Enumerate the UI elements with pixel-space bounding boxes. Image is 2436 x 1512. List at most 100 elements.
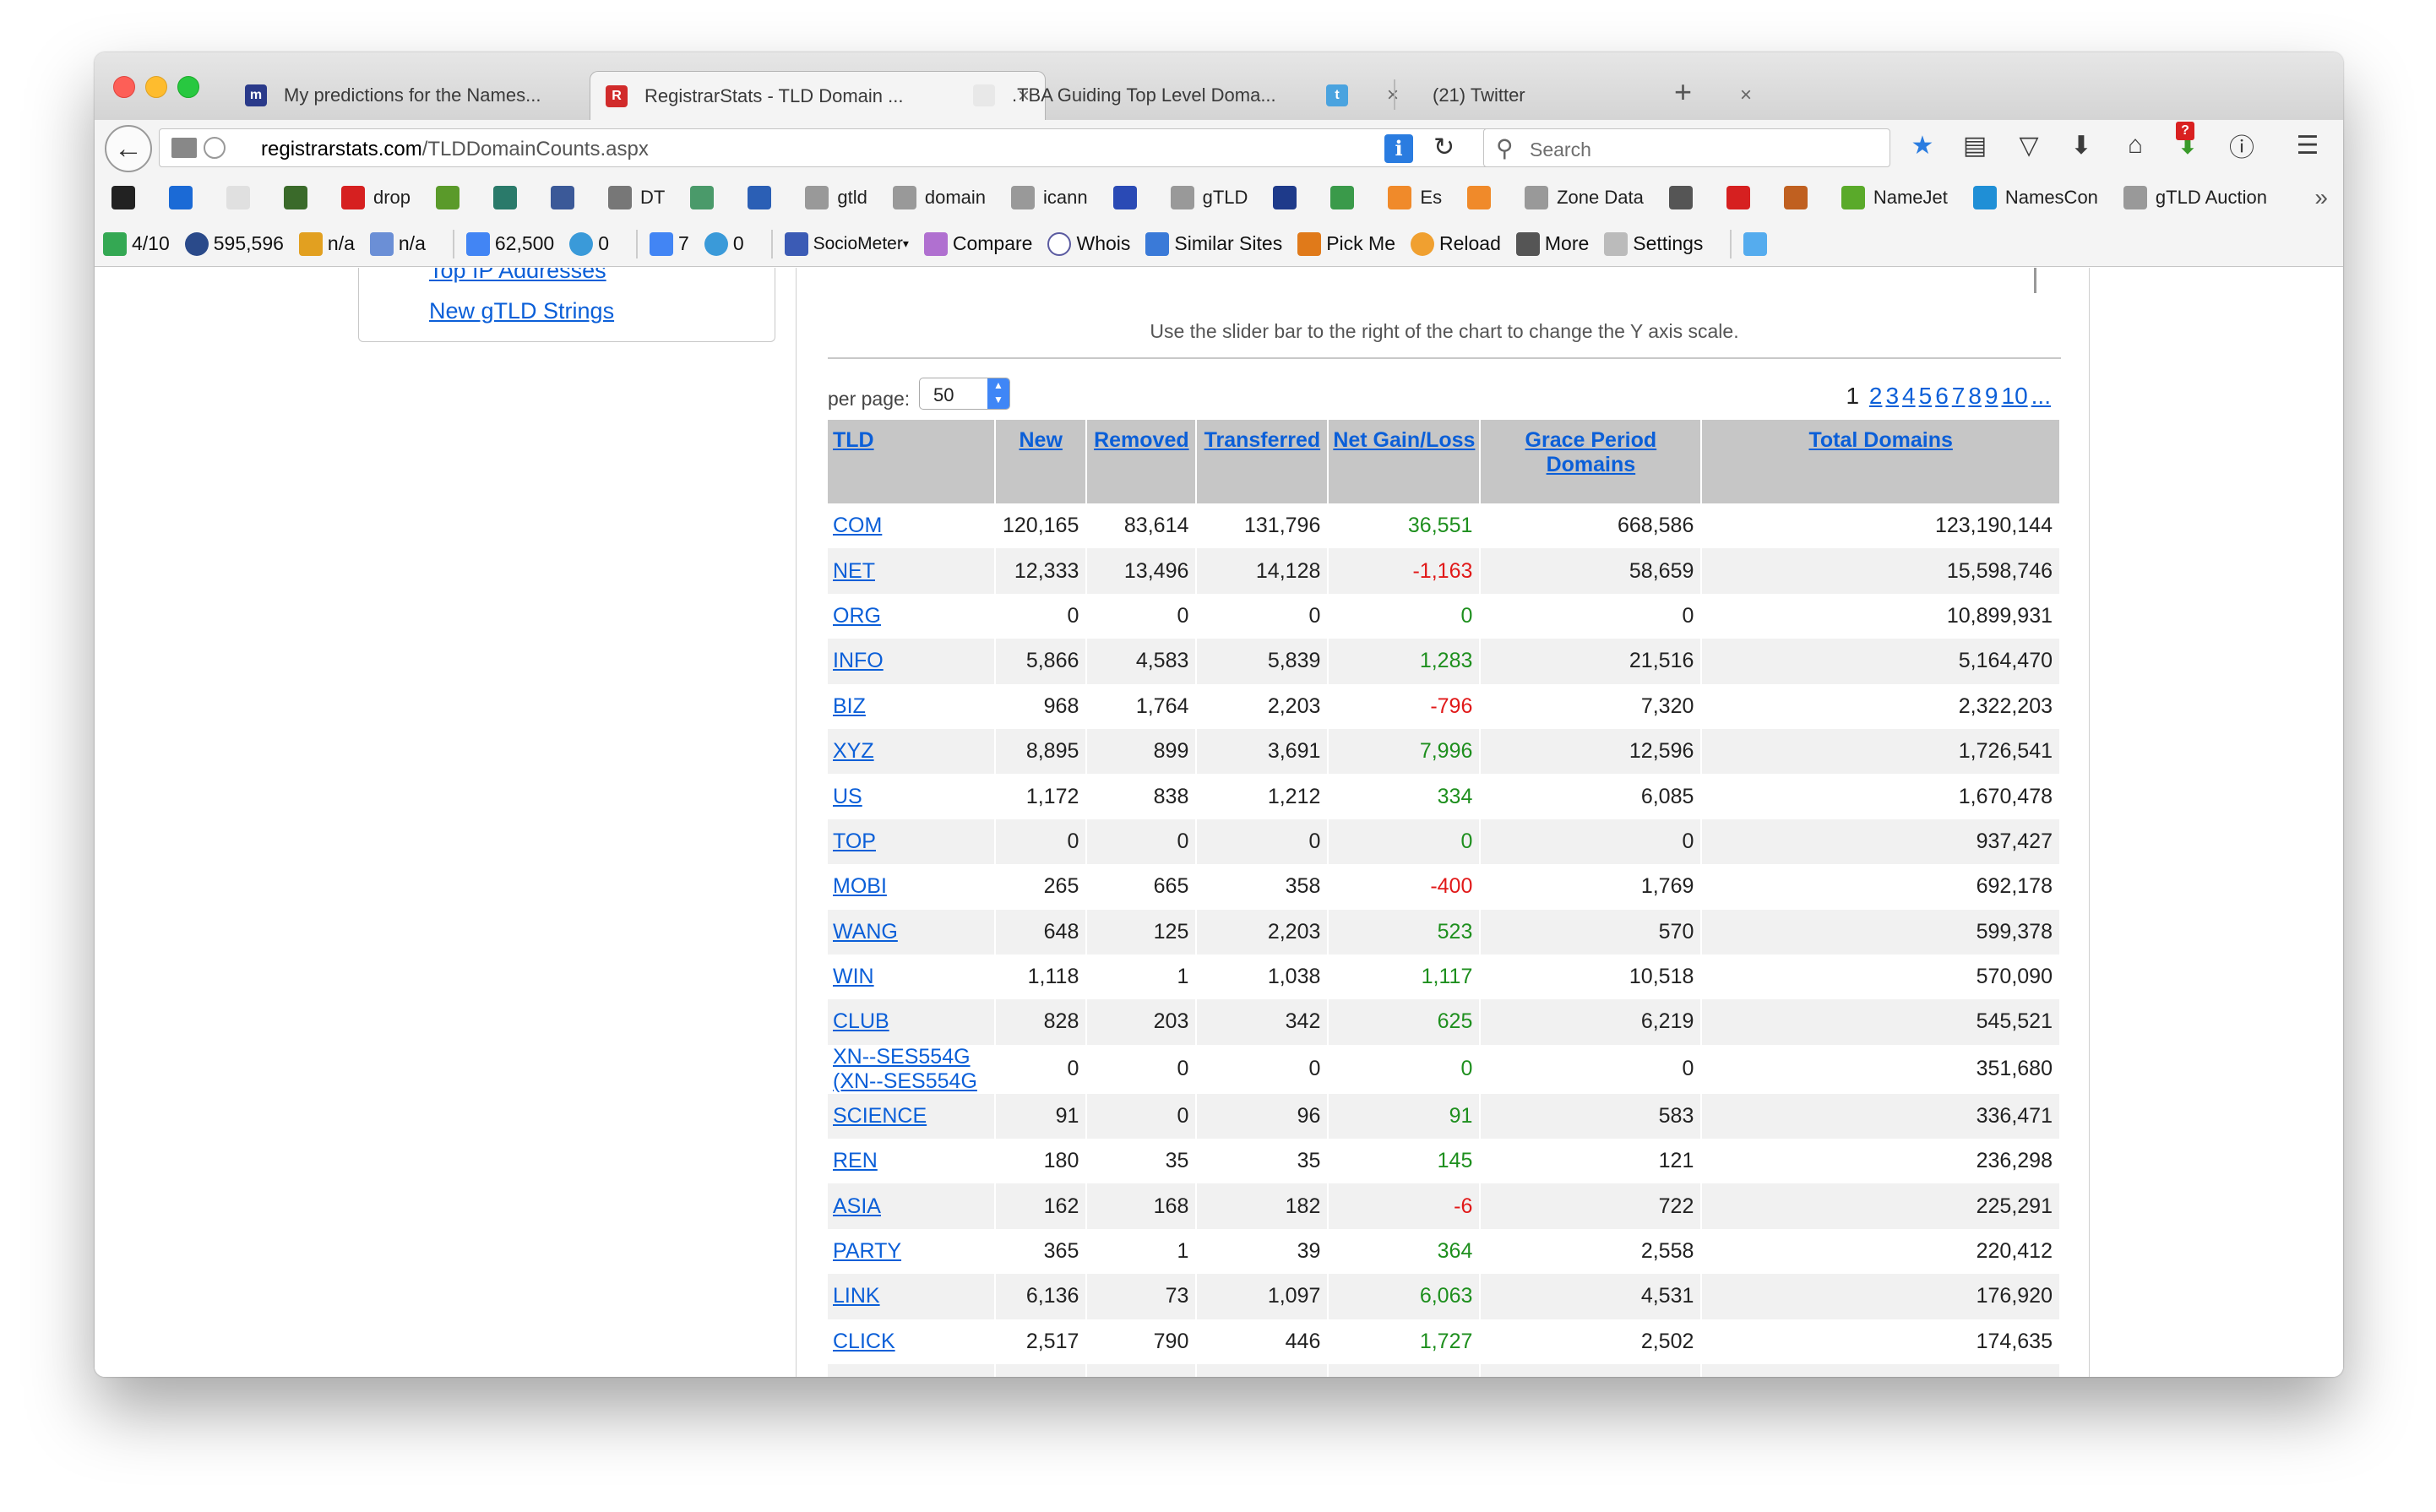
- tld-link[interactable]: COM: [833, 514, 882, 537]
- tld-link[interactable]: US: [833, 785, 862, 808]
- tld-link[interactable]: CLUB: [833, 1009, 889, 1033]
- bookmark-item[interactable]: [169, 186, 201, 209]
- bookmark-star-icon[interactable]: ★: [1906, 128, 1939, 162]
- col-net-gain-loss[interactable]: Net Gain/Loss: [1328, 420, 1482, 503]
- tld-link[interactable]: XYZ: [833, 739, 874, 763]
- bookmark-item[interactable]: domain: [892, 186, 986, 209]
- col-transferred[interactable]: Transferred: [1196, 420, 1329, 503]
- minimize-window-button[interactable]: [145, 76, 167, 98]
- tld-link[interactable]: CLICK: [833, 1330, 895, 1353]
- compare-button[interactable]: Compare: [923, 231, 1032, 256]
- reload-icon[interactable]: ↻: [1433, 133, 1455, 162]
- col-total-domains[interactable]: Total Domains: [1701, 420, 2061, 503]
- bookmark-item[interactable]: drop: [341, 186, 411, 209]
- tld-link[interactable]: PARTY: [833, 1239, 901, 1263]
- tld-link[interactable]: LINK: [833, 1284, 880, 1308]
- google-links-item[interactable]: 7: [650, 231, 689, 256]
- tab-twitter[interactable]: t (21) Twitter ×: [1311, 71, 1767, 120]
- similar-sites-button[interactable]: Similar Sites: [1145, 231, 1282, 256]
- page-link[interactable]: 7: [1952, 383, 1966, 409]
- tld-link[interactable]: MOBI: [833, 874, 887, 898]
- majestic-item[interactable]: n/a: [298, 231, 355, 256]
- page-link[interactable]: 4: [1902, 383, 1916, 409]
- chart-slider-edge[interactable]: [2034, 268, 2036, 293]
- info-icon[interactable]: i: [1384, 134, 1413, 163]
- bookmarks-overflow-icon[interactable]: »: [2314, 184, 2328, 211]
- bookmark-item[interactable]: gTLD Auction: [2123, 186, 2267, 209]
- bookmark-item[interactable]: [748, 186, 780, 209]
- new-tab-button[interactable]: +: [1674, 74, 1692, 110]
- url-bar[interactable]: registrarstats.com/TLDDomainCounts.aspx …: [159, 128, 1510, 167]
- bookmark-item[interactable]: [1112, 186, 1145, 209]
- bookmark-item[interactable]: [1273, 186, 1305, 209]
- bookmark-item[interactable]: gtld: [805, 186, 867, 209]
- home-icon[interactable]: ⌂: [2118, 128, 2152, 162]
- whois-button[interactable]: Whois: [1047, 231, 1130, 256]
- tab-close-icon[interactable]: ×: [1740, 84, 1752, 107]
- bookmark-item[interactable]: Zone Data: [1525, 186, 1644, 209]
- col-new[interactable]: New: [995, 420, 1088, 503]
- reading-list-icon[interactable]: ▤: [1958, 128, 1992, 162]
- page-link[interactable]: ...: [2031, 383, 2051, 409]
- page-link[interactable]: 2: [1869, 383, 1883, 409]
- tld-link[interactable]: NAME: [833, 1374, 894, 1377]
- more-button[interactable]: More: [1515, 231, 1589, 256]
- search-bar[interactable]: ⚲ Search: [1483, 128, 1890, 167]
- tld-link[interactable]: REN: [833, 1149, 878, 1172]
- bookmark-item[interactable]: icann: [1011, 186, 1088, 209]
- page-link[interactable]: 5: [1919, 383, 1933, 409]
- bookmark-item[interactable]: [111, 186, 144, 209]
- bookmark-item[interactable]: NameJet: [1841, 186, 1948, 209]
- bookmark-item[interactable]: [284, 186, 316, 209]
- back-button[interactable]: ←: [105, 125, 152, 172]
- tld-link[interactable]: INFO: [833, 649, 884, 672]
- tld-link[interactable]: ORG: [833, 604, 881, 628]
- close-window-button[interactable]: [113, 76, 135, 98]
- google-index-item[interactable]: 62,500: [465, 231, 554, 256]
- col-tld[interactable]: TLD: [828, 420, 996, 503]
- page-link[interactable]: 10: [2002, 383, 2028, 409]
- bookmark-item[interactable]: [1668, 186, 1701, 209]
- tld-link[interactable]: SCIENCE: [833, 1104, 927, 1128]
- pick-me-button[interactable]: Pick Me: [1297, 231, 1395, 256]
- alexa-item[interactable]: 595,596: [184, 231, 284, 256]
- settings-button[interactable]: Settings: [1604, 231, 1703, 256]
- per-page-select[interactable]: 50 ▲ ▼: [919, 378, 1010, 410]
- bookmark-item[interactable]: [551, 186, 583, 209]
- tld-link[interactable]: XN--SES554G (XN--SES554G: [833, 1045, 977, 1093]
- alert-icon[interactable]: ⓘ: [2225, 128, 2259, 162]
- bing-index-item[interactable]: 0: [569, 231, 609, 256]
- page-link[interactable]: 8: [1968, 383, 1982, 409]
- bookmark-item[interactable]: [1726, 186, 1759, 209]
- page-link[interactable]: 3: [1885, 383, 1899, 409]
- zoom-window-button[interactable]: [177, 76, 199, 98]
- page-link[interactable]: 9: [1985, 383, 1998, 409]
- col-grace-period[interactable]: Grace Period Domains: [1480, 420, 1703, 503]
- download-icon[interactable]: ⬇: [2064, 128, 2098, 162]
- tld-link[interactable]: WIN: [833, 965, 874, 988]
- bookmark-item[interactable]: DT: [608, 186, 665, 209]
- sociometer-button[interactable]: SocioMeter ▾: [784, 231, 909, 256]
- tld-link[interactable]: WANG: [833, 920, 898, 944]
- tld-link[interactable]: ASIA: [833, 1194, 881, 1218]
- ahrefs-item[interactable]: n/a: [369, 231, 426, 256]
- twitter-button[interactable]: [1743, 231, 1772, 256]
- bookmark-item[interactable]: Es: [1388, 186, 1442, 209]
- new-gtld-strings-link[interactable]: New gTLD Strings: [429, 298, 614, 324]
- bookmark-item[interactable]: [436, 186, 468, 209]
- bookmark-item[interactable]: NamesCon: [1972, 186, 2098, 209]
- tld-link[interactable]: NET: [833, 559, 875, 583]
- bookmark-item[interactable]: [1783, 186, 1816, 209]
- menu-icon[interactable]: ☰: [2291, 128, 2325, 162]
- reload-button[interactable]: Reload: [1411, 231, 1501, 256]
- col-removed[interactable]: Removed: [1086, 420, 1198, 503]
- bookmark-item[interactable]: [1467, 186, 1499, 209]
- bookmark-item[interactable]: [226, 186, 258, 209]
- pocket-icon[interactable]: ▽: [2012, 128, 2046, 162]
- tld-link[interactable]: TOP: [833, 829, 876, 853]
- tld-link[interactable]: BIZ: [833, 694, 866, 718]
- bookmark-item[interactable]: [493, 186, 525, 209]
- pagerank-item[interactable]: 4/10: [103, 231, 170, 256]
- bing-links-item[interactable]: 0: [704, 231, 744, 256]
- bookmark-item[interactable]: [690, 186, 722, 209]
